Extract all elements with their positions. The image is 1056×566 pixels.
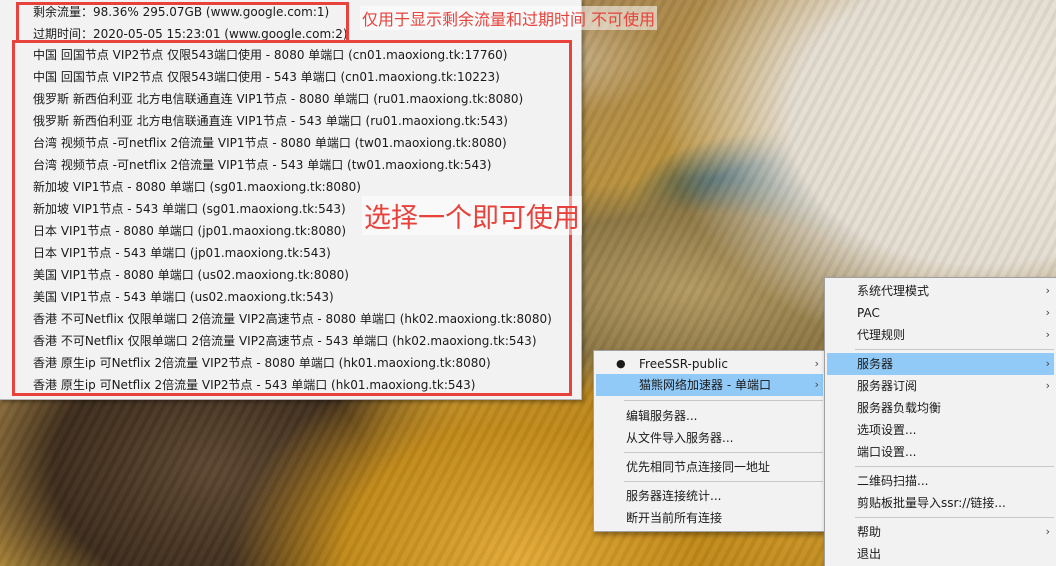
exit-item[interactable]: 退出: [827, 543, 1054, 565]
main-context-menu: 系统代理模式 › PAC › 代理规则 › 服务器 › 服务器订阅 › 服务器负…: [824, 277, 1056, 566]
server-item[interactable]: 美国 VIP1节点 - 8080 单端口 (us02.maoxiong.tk:8…: [0, 264, 581, 286]
pac-item[interactable]: PAC ›: [827, 302, 1054, 324]
server-item[interactable]: 俄罗斯 新西伯利亚 北方电信联通直连 VIP1节点 - 543 单端口 (ru0…: [0, 110, 581, 132]
server-item[interactable]: 俄罗斯 新西伯利亚 北方电信联通直连 VIP1节点 - 8080 单端口 (ru…: [0, 88, 581, 110]
chevron-right-icon: ›: [1045, 328, 1050, 341]
menu-label: 选项设置...: [857, 423, 917, 437]
server-item[interactable]: 新加坡 VIP1节点 - 543 单端口 (sg01.maoxiong.tk:5…: [0, 198, 581, 220]
chevron-right-icon: ›: [1045, 379, 1050, 392]
menu-label: 剪贴板批量导入ssr://链接...: [857, 496, 1006, 510]
menu-label: 服务器订阅: [857, 379, 918, 393]
menu-label: 退出: [857, 547, 882, 561]
server-item-label: 俄罗斯 新西伯利亚 北方电信联通直连 VIP1节点 - 8080 单端口 (ru…: [33, 92, 524, 106]
menu-separator: [855, 349, 1054, 350]
server-item[interactable]: 新加坡 VIP1节点 - 8080 单端口 (sg01.maoxiong.tk:…: [0, 176, 581, 198]
menu-label: 服务器连接统计...: [626, 489, 722, 503]
import-clipboard-item[interactable]: 剪贴板批量导入ssr://链接...: [827, 492, 1054, 514]
menu-label: 帮助: [857, 525, 882, 539]
group-label: FreeSSR-public: [639, 357, 728, 371]
system-proxy-mode-item[interactable]: 系统代理模式 ›: [827, 280, 1054, 302]
server-item-label: 美国 VIP1节点 - 543 单端口 (us02.maoxiong.tk:54…: [33, 290, 334, 304]
server-item-label: 中国 回国节点 VIP2节点 仅限543端口使用 - 543 单端口 (cn01…: [33, 70, 500, 84]
server-item-label: 香港 原生ip 可Netflix 2倍流量 VIP2节点 - 8080 单端口 …: [33, 356, 491, 370]
chevron-right-icon: ›: [814, 378, 819, 391]
menu-label: 系统代理模式: [857, 284, 930, 298]
help-item[interactable]: 帮助 ›: [827, 521, 1054, 543]
submenu-group-maoxiong[interactable]: 猫熊网络加速器 - 单端口 ›: [596, 374, 823, 396]
server-item-label: 中国 回国节点 VIP2节点 仅限543端口使用 - 8080 单端口 (cn0…: [33, 48, 508, 62]
menu-label: 从文件导入服务器...: [626, 431, 734, 445]
quota-expiry-label: 过期时间：2020-05-05 15:23:01 (www.google.com…: [33, 27, 348, 41]
quota-remaining-item[interactable]: 剩余流量：98.36% 295.07GB (www.google.com:1): [0, 1, 581, 23]
server-subscription-item[interactable]: 服务器订阅 ›: [827, 375, 1054, 397]
menu-separator: [624, 400, 823, 401]
menu-label: 编辑服务器...: [626, 409, 698, 423]
server-item[interactable]: 台湾 视频节点 -可netflix 2倍流量 VIP1节点 - 8080 单端口…: [0, 132, 581, 154]
server-item[interactable]: 香港 不可Netflix 仅限单端口 2倍流量 VIP2高速节点 - 8080 …: [0, 308, 581, 330]
chevron-right-icon: ›: [1045, 284, 1050, 297]
server-item[interactable]: 香港 原生ip 可Netflix 2倍流量 VIP2节点 - 8080 单端口 …: [0, 352, 581, 374]
server-item-label: 香港 不可Netflix 仅限单端口 2倍流量 VIP2高速节点 - 543 单…: [33, 334, 537, 348]
chevron-right-icon: ›: [1045, 306, 1050, 319]
group-label: 猫熊网络加速器 - 单端口: [639, 378, 771, 392]
quota-remaining-label: 剩余流量：98.36% 295.07GB (www.google.com:1): [33, 5, 330, 19]
connection-stats-item[interactable]: 服务器连接统计...: [596, 485, 823, 507]
server-item-label: 日本 VIP1节点 - 8080 单端口 (jp01.maoxiong.tk:8…: [33, 224, 347, 238]
chevron-right-icon: ›: [814, 357, 819, 370]
server-item[interactable]: 台湾 视频节点 -可netflix 2倍流量 VIP1节点 - 543 单端口 …: [0, 154, 581, 176]
submenu-group-freessr[interactable]: ● FreeSSR-public ›: [596, 353, 823, 375]
server-item-label: 新加坡 VIP1节点 - 8080 单端口 (sg01.maoxiong.tk:…: [33, 180, 361, 194]
server-item[interactable]: 中国 回国节点 VIP2节点 仅限543端口使用 - 543 单端口 (cn01…: [0, 66, 581, 88]
server-item[interactable]: 香港 不可Netflix 仅限单端口 2倍流量 VIP2高速节点 - 543 单…: [0, 330, 581, 352]
scan-qr-item[interactable]: 二维码扫描...: [827, 470, 1054, 492]
server-item-label: 新加坡 VIP1节点 - 543 单端口 (sg01.maoxiong.tk:5…: [33, 202, 346, 216]
menu-label: 二维码扫描...: [857, 474, 929, 488]
server-item-label: 台湾 视频节点 -可netflix 2倍流量 VIP1节点 - 543 单端口 …: [33, 158, 492, 172]
server-item[interactable]: 中国 回国节点 VIP2节点 仅限543端口使用 - 8080 单端口 (cn0…: [0, 44, 581, 66]
load-balance-item[interactable]: 服务器负载均衡: [827, 397, 1054, 419]
menu-separator: [855, 466, 1054, 467]
server-item[interactable]: 日本 VIP1节点 - 8080 单端口 (jp01.maoxiong.tk:8…: [0, 220, 581, 242]
menu-label: 优先相同节点连接同一地址: [626, 460, 771, 474]
prefer-same-node-item[interactable]: 优先相同节点连接同一地址: [596, 456, 823, 478]
server-item[interactable]: 日本 VIP1节点 - 543 单端口 (jp01.maoxiong.tk:54…: [0, 242, 581, 264]
menu-label: 端口设置...: [857, 445, 917, 459]
edit-servers-item[interactable]: 编辑服务器...: [596, 405, 823, 427]
quota-expiry-item[interactable]: 过期时间：2020-05-05 15:23:01 (www.google.com…: [0, 23, 581, 45]
import-from-file-item[interactable]: 从文件导入服务器...: [596, 427, 823, 449]
selected-bullet-icon: ●: [616, 357, 626, 370]
proxy-rules-item[interactable]: 代理规则 ›: [827, 324, 1054, 346]
menu-label: 断开当前所有连接: [626, 511, 723, 525]
chevron-right-icon: ›: [1045, 357, 1050, 370]
menu-label: 代理规则: [857, 328, 906, 342]
chevron-right-icon: ›: [1045, 525, 1050, 538]
server-item-label: 俄罗斯 新西伯利亚 北方电信联通直连 VIP1节点 - 543 单端口 (ru0…: [33, 114, 508, 128]
menu-label: PAC: [857, 306, 880, 320]
server-item[interactable]: 美国 VIP1节点 - 543 单端口 (us02.maoxiong.tk:54…: [0, 286, 581, 308]
menu-separator: [624, 452, 823, 453]
server-item-label: 香港 不可Netflix 仅限单端口 2倍流量 VIP2高速节点 - 8080 …: [33, 312, 552, 326]
options-item[interactable]: 选项设置...: [827, 419, 1054, 441]
port-settings-item[interactable]: 端口设置...: [827, 441, 1054, 463]
server-item[interactable]: 香港 原生ip 可Netflix 2倍流量 VIP2节点 - 543 单端口 (…: [0, 374, 581, 396]
disconnect-all-item[interactable]: 断开当前所有连接: [596, 507, 823, 529]
server-submenu: ● FreeSSR-public › 猫熊网络加速器 - 单端口 › 编辑服务器…: [593, 350, 826, 532]
server-item-label: 台湾 视频节点 -可netflix 2倍流量 VIP1节点 - 8080 单端口…: [33, 136, 507, 150]
menu-label: 服务器: [857, 357, 894, 371]
menu-label: 服务器负载均衡: [857, 401, 942, 415]
server-item-label: 美国 VIP1节点 - 8080 单端口 (us02.maoxiong.tk:8…: [33, 268, 349, 282]
server-item-label: 日本 VIP1节点 - 543 单端口 (jp01.maoxiong.tk:54…: [33, 246, 331, 260]
server-item-label: 香港 原生ip 可Netflix 2倍流量 VIP2节点 - 543 单端口 (…: [33, 378, 476, 392]
server-list-menu: 剩余流量：98.36% 295.07GB (www.google.com:1) …: [0, 0, 582, 400]
servers-item[interactable]: 服务器 ›: [827, 353, 1054, 375]
menu-separator: [855, 517, 1054, 518]
menu-separator: [624, 481, 823, 482]
